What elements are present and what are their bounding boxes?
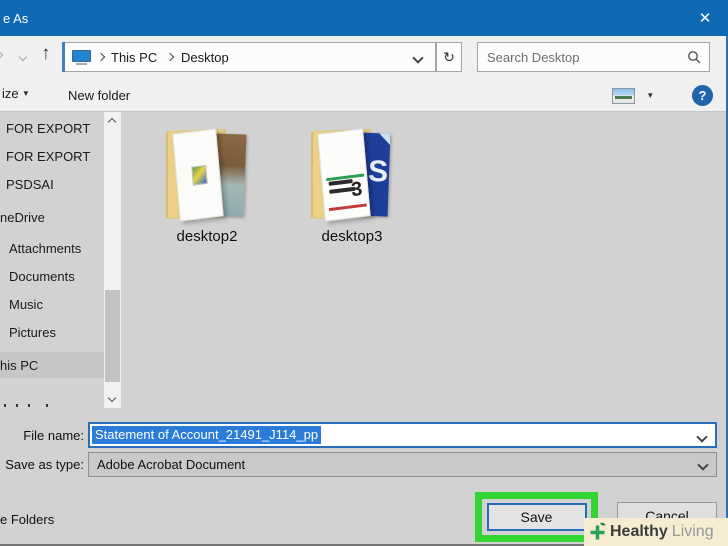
sidebar-item-onedrive[interactable]: neDrive	[0, 205, 104, 229]
sidebar-scrollbar[interactable]	[104, 112, 121, 408]
folder-tile-desktop3[interactable]: S 3 desktop3	[300, 116, 404, 252]
new-folder-button[interactable]: New folder	[68, 88, 130, 103]
save-as-dialog: e As ✕ ↑ This PC Desktop ↻ ize ▾ New fol…	[0, 0, 728, 546]
window-title: e As	[3, 10, 29, 26]
breadcrumb-chevron-icon	[96, 52, 106, 62]
save-type-chevron-icon	[697, 459, 709, 471]
close-icon[interactable]: ✕	[682, 0, 728, 36]
file-name-selected-text: Statement of Account_21491_J114_pp	[92, 426, 322, 444]
folder-tile-desktop2[interactable]: desktop2	[155, 116, 259, 252]
file-name-chevron-icon[interactable]	[696, 431, 708, 443]
sidebar-item-partial[interactable]	[2, 404, 102, 409]
sidebar-item-attachments[interactable]: Attachments	[0, 236, 104, 260]
healthy-living-watermark: Healthy Living	[584, 518, 728, 546]
save-highlight-box: Save	[475, 492, 598, 542]
refresh-icon: ↻	[443, 48, 455, 65]
breadcrumb-chevron-icon	[165, 52, 175, 62]
help-icon[interactable]: ?	[692, 85, 713, 106]
address-bar-accent	[62, 42, 65, 72]
organize-label: ize	[2, 86, 19, 101]
desktop2-folder-icon	[164, 120, 250, 224]
search-icon	[688, 51, 701, 64]
this-pc-monitor-icon	[72, 50, 91, 65]
file-name-label: File name:	[23, 428, 84, 443]
navigation-pane: FOR EXPORT FOR EXPORT PSDSAI neDrive Att…	[0, 112, 104, 408]
file-list-area: desktop2 S 3 desktop3	[121, 112, 726, 408]
title-bar: e As ✕	[0, 0, 728, 36]
search-input[interactable]	[478, 43, 687, 71]
folder-name: desktop2	[176, 228, 238, 245]
file-name-input[interactable]: Statement of Account_21491_J114_pp	[88, 422, 717, 448]
organize-button[interactable]: ize ▾	[2, 86, 28, 101]
sidebar-item-for-export-2[interactable]: FOR EXPORT	[0, 144, 104, 168]
sidebar-item-pictures[interactable]: Pictures	[0, 320, 104, 344]
address-bar[interactable]: This PC Desktop	[62, 42, 436, 72]
organize-caret-icon: ▾	[23, 88, 29, 98]
sidebar-item-music[interactable]: Music	[0, 292, 104, 316]
scrollbar-thumb[interactable]	[105, 290, 120, 382]
save-type-select[interactable]: Adobe Acrobat Document	[88, 452, 717, 477]
sidebar-item-documents[interactable]: Documents	[0, 264, 104, 288]
scrollbar-up-chevron-icon[interactable]	[107, 117, 117, 127]
scrollbar-down-chevron-icon[interactable]	[107, 393, 117, 403]
thumbnails-view-icon[interactable]	[612, 88, 635, 104]
sidebar-item-this-pc[interactable]: his PC	[0, 352, 104, 378]
breadcrumb-desktop[interactable]: Desktop	[181, 43, 229, 71]
watermark-word-bold: Healthy	[610, 523, 668, 540]
search-box[interactable]	[477, 42, 710, 72]
watermark-word-light: Living	[671, 523, 714, 540]
save-type-label: Save as type:	[5, 457, 84, 472]
breadcrumb-this-pc[interactable]: This PC	[111, 43, 157, 71]
folder-name: desktop3	[321, 228, 383, 245]
view-dropdown-caret-icon[interactable]: ▾	[648, 91, 653, 100]
sidebar-item-for-export-1[interactable]: FOR EXPORT	[0, 116, 104, 140]
save-button[interactable]: Save	[486, 503, 587, 531]
up-arrow-icon[interactable]: ↑	[41, 44, 51, 63]
plus-leaf-logo-icon	[590, 522, 606, 539]
refresh-button[interactable]: ↻	[436, 42, 462, 72]
save-type-value: Adobe Acrobat Document	[97, 457, 246, 472]
sidebar-item-psdsai[interactable]: PSDSAI	[0, 172, 104, 196]
desktop3-folder-icon: S 3	[309, 120, 395, 224]
hide-folders-button[interactable]: e Folders	[0, 512, 54, 527]
